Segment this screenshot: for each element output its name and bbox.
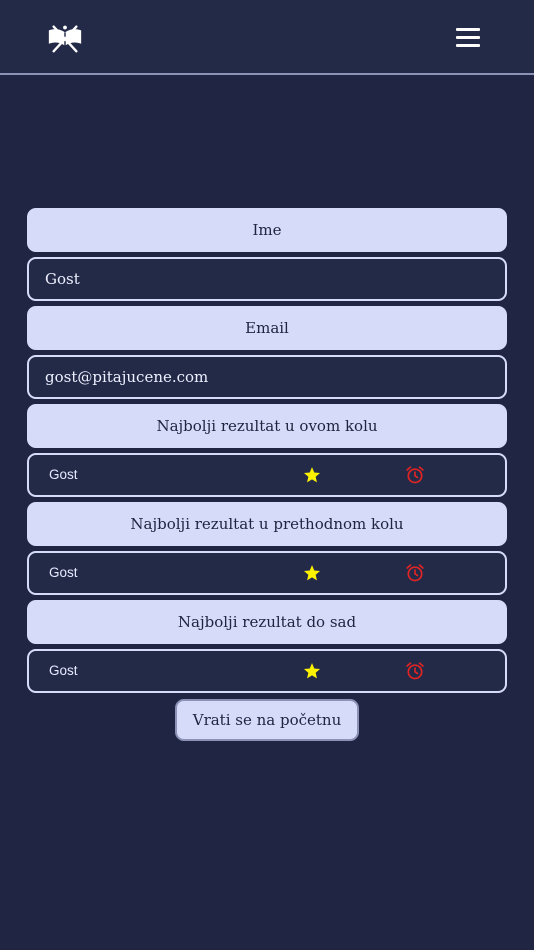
hamburger-menu-icon[interactable] (456, 28, 482, 48)
email-field: gost@pitajucene.com (27, 355, 507, 399)
player-name: Gost (49, 663, 78, 678)
alarm-clock-icon (406, 564, 424, 582)
previous-round-best-row: Gost (27, 551, 507, 595)
back-button-container: Vrati se na početnu (27, 699, 507, 741)
current-round-best-label: Najbolji rezultat u ovom kolu (27, 404, 507, 448)
star-icon (303, 565, 321, 581)
player-name: Gost (49, 565, 78, 580)
all-time-best-label: Najbolji rezultat do sad (27, 600, 507, 644)
name-label: Ime (27, 208, 507, 252)
open-book-logo-icon[interactable] (46, 20, 84, 56)
player-name: Gost (49, 467, 78, 482)
star-icon (303, 467, 321, 483)
previous-round-best-label: Najbolji rezultat u prethodnom kolu (27, 502, 507, 546)
email-label: Email (27, 306, 507, 350)
all-time-best-row: Gost (27, 649, 507, 693)
name-field: Gost (27, 257, 507, 301)
back-to-home-button[interactable]: Vrati se na početnu (174, 699, 360, 741)
profile-panel: Ime Gost Email gost@pitajucene.com Najbo… (27, 208, 507, 741)
top-bar (0, 0, 534, 75)
star-icon (303, 663, 321, 679)
current-round-best-row: Gost (27, 453, 507, 497)
alarm-clock-icon (406, 662, 424, 680)
alarm-clock-icon (406, 466, 424, 484)
